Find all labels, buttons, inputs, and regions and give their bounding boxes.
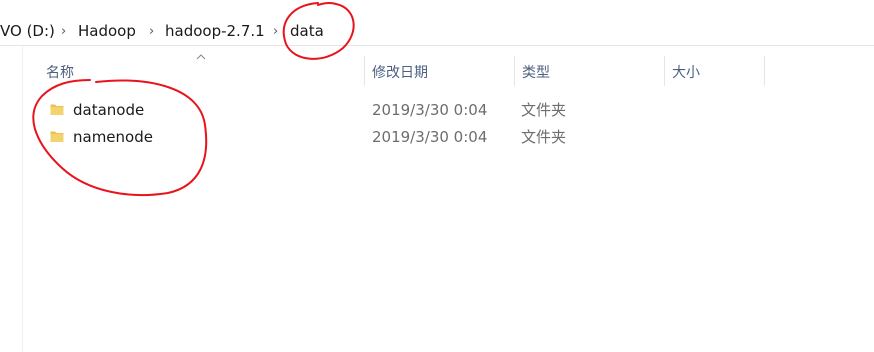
column-divider[interactable] <box>764 56 765 86</box>
chevron-right-icon[interactable]: › <box>149 24 154 40</box>
breadcrumb-hadoop[interactable]: Hadoop <box>78 22 136 40</box>
chevron-right-icon[interactable]: › <box>273 24 278 40</box>
folder-icon <box>50 104 64 115</box>
file-name: datanode <box>73 101 145 119</box>
breadcrumb-data[interactable]: data <box>290 22 324 40</box>
breadcrumb-hadoop-version[interactable]: hadoop-2.7.1 <box>165 22 265 40</box>
column-header-size[interactable]: 大小 <box>672 64 700 82</box>
column-header-row: 名称 修改日期 类型 大小 <box>0 46 874 96</box>
file-modified: 2019/3/30 0:04 <box>372 101 488 119</box>
file-name: namenode <box>73 128 153 146</box>
column-divider[interactable] <box>514 56 515 86</box>
chevron-right-icon[interactable]: › <box>61 24 66 40</box>
column-divider[interactable] <box>364 56 365 86</box>
file-type: 文件夹 <box>521 128 567 146</box>
folder-icon <box>50 131 64 142</box>
file-row-datanode[interactable]: datanode 2019/3/30 0:04 文件夹 <box>24 96 764 123</box>
column-header-type[interactable]: 类型 <box>522 64 550 82</box>
file-modified: 2019/3/30 0:04 <box>372 128 488 146</box>
file-type: 文件夹 <box>521 101 567 119</box>
column-header-modified[interactable]: 修改日期 <box>372 64 428 82</box>
file-row-namenode[interactable]: namenode 2019/3/30 0:04 文件夹 <box>24 123 764 150</box>
address-bar[interactable]: VO (D:) › Hadoop › hadoop-2.7.1 › data <box>0 0 874 46</box>
sort-ascending-icon <box>196 54 206 60</box>
breadcrumb-drive[interactable]: VO (D:) <box>0 22 55 40</box>
column-divider[interactable] <box>664 56 665 86</box>
column-header-name[interactable]: 名称 <box>46 64 74 82</box>
